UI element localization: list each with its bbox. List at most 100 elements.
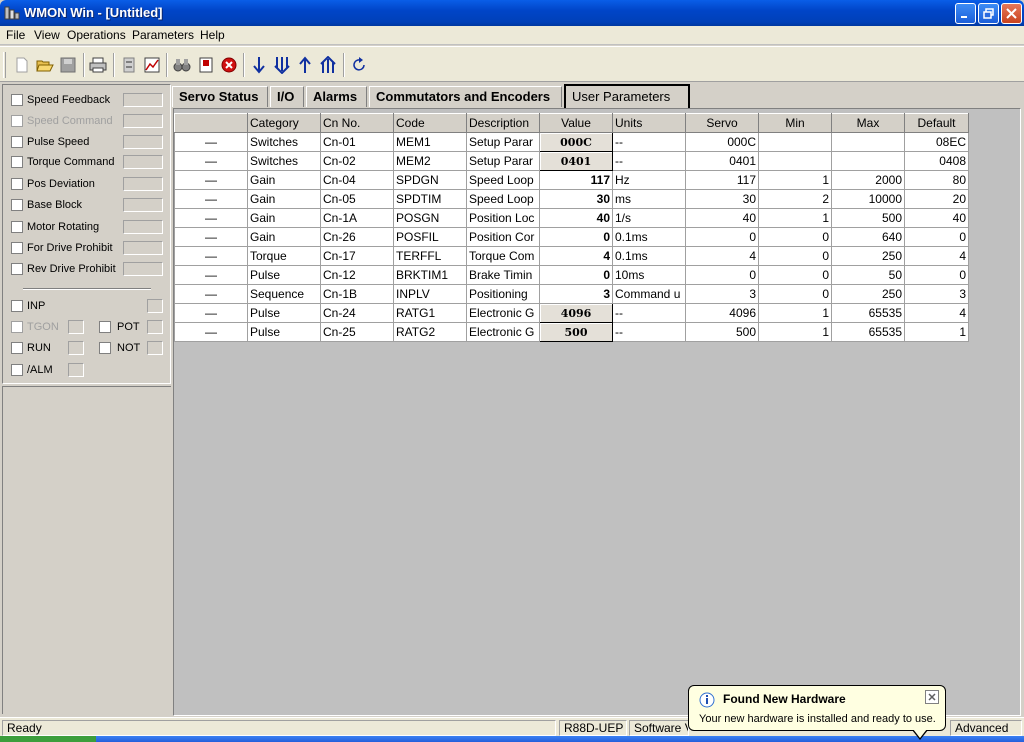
rev-drive-prohibit-value <box>123 262 163 276</box>
table-row[interactable]: — Gain Cn-05 SPDTIM Speed Loop 30 ms 30 2 10000 20 <box>174 189 969 209</box>
rev-drive-prohibit-checkbox[interactable] <box>11 263 23 275</box>
header-value[interactable]: Value <box>539 113 613 133</box>
pos-deviation-checkbox[interactable] <box>11 178 23 190</box>
new-button[interactable] <box>12 55 32 75</box>
header-description[interactable]: Description <box>466 113 540 133</box>
min-cell: 0 <box>758 284 832 304</box>
inp-checkbox[interactable] <box>11 300 23 312</box>
category-cell: Pulse <box>247 322 321 342</box>
speed-feedback-checkbox[interactable] <box>11 94 23 106</box>
base-block-checkbox[interactable] <box>11 199 23 211</box>
start-button[interactable] <box>0 736 96 742</box>
run-checkbox[interactable] <box>11 342 23 354</box>
header-code[interactable]: Code <box>393 113 467 133</box>
category-cell: Switches <box>247 151 321 171</box>
table-row[interactable]: — Gain Cn-04 SPDGN Speed Loop 117 Hz 117 1 2000 80 <box>174 170 969 190</box>
menu-parameters[interactable]: Parameters <box>132 28 194 42</box>
header-servo[interactable]: Servo <box>685 113 759 133</box>
menu-operations[interactable]: Operations <box>67 28 126 42</box>
download-all-button[interactable] <box>272 55 292 75</box>
monitor-button[interactable] <box>119 55 139 75</box>
speed-command-label: Speed Command <box>27 115 113 127</box>
torque-command-value <box>123 155 163 169</box>
value-cell[interactable]: 117 <box>539 170 613 190</box>
header-default[interactable]: Default <box>904 113 969 133</box>
balloon-close-button[interactable] <box>925 690 939 704</box>
table-row[interactable]: — Gain Cn-26 POSFIL Position Cor 0 0.1ms 0 0 640 0 <box>174 227 969 247</box>
code-cell: BRKTIM1 <box>393 265 467 285</box>
menu-file[interactable]: File <box>6 28 25 42</box>
tab-servo-status[interactable]: Servo Status <box>172 86 268 107</box>
refresh-button[interactable] <box>349 55 369 75</box>
upload-all-button[interactable] <box>318 55 338 75</box>
value-cell[interactable]: 000C <box>539 132 613 152</box>
value-cell[interactable]: 0401 <box>539 151 613 171</box>
description-cell: Speed Loop <box>466 189 540 209</box>
row-marker: — <box>174 303 248 323</box>
value-cell[interactable]: 3 <box>539 284 613 304</box>
menu-help[interactable]: Help <box>200 28 225 42</box>
servo-cell: 0 <box>685 265 759 285</box>
value-cell[interactable]: 4096 <box>539 303 613 323</box>
alm-checkbox[interactable] <box>11 364 23 376</box>
minimize-button[interactable] <box>955 3 976 24</box>
save-icon <box>60 57 76 73</box>
panel-divider <box>23 288 151 290</box>
menu-view[interactable]: View <box>34 28 60 42</box>
tab-commutators-encoders[interactable]: Commutators and Encoders <box>369 86 562 107</box>
value-cell[interactable]: 500 <box>539 322 613 342</box>
max-cell: 250 <box>831 246 905 266</box>
open-icon <box>36 60 54 72</box>
run-label: RUN <box>27 342 51 354</box>
code-cell: RATG2 <box>393 322 467 342</box>
alm-indicator <box>68 363 84 377</box>
header-units[interactable]: Units <box>612 113 686 133</box>
toolbar-grip[interactable] <box>3 52 6 78</box>
units-cell: Hz <box>612 170 686 190</box>
min-cell: 0 <box>758 227 832 247</box>
tab-io[interactable]: I/O <box>270 86 304 107</box>
pulse-speed-checkbox[interactable] <box>11 136 23 148</box>
stop-button[interactable] <box>219 55 239 75</box>
table-row[interactable]: — Switches Cn-02 MEM2 Setup Parar 0401 -- 0401 0… <box>174 151 969 171</box>
header-category[interactable]: Category <box>247 113 321 133</box>
tab-user-parameters[interactable]: User Parameters <box>564 84 690 108</box>
header-max[interactable]: Max <box>831 113 905 133</box>
header-marker[interactable] <box>174 113 248 133</box>
search-button[interactable] <box>172 55 192 75</box>
table-row[interactable]: — Sequence Cn-1B INPLV Positioning 3 Command u… <box>174 284 969 304</box>
print-button[interactable] <box>88 55 108 75</box>
upload-button[interactable] <box>295 55 315 75</box>
found-hardware-balloon[interactable]: Found New Hardware Your new hardware is … <box>688 685 946 731</box>
table-row[interactable]: — Pulse Cn-25 RATG2 Electronic G 500 -- 500 1 655… <box>174 322 969 342</box>
for-drive-prohibit-checkbox[interactable] <box>11 242 23 254</box>
trend-button[interactable] <box>142 55 162 75</box>
value-cell[interactable]: 0 <box>539 265 613 285</box>
toolbar-separator <box>343 53 345 77</box>
flag-button[interactable] <box>196 55 216 75</box>
value-cell[interactable]: 4 <box>539 246 613 266</box>
table-row[interactable]: — Pulse Cn-12 BRKTIM1 Brake Timin 0 10ms 0 0 50 0 <box>174 265 969 285</box>
close-button[interactable] <box>1001 3 1022 24</box>
motor-rotating-checkbox[interactable] <box>11 221 23 233</box>
download-button[interactable] <box>249 55 269 75</box>
value-cell[interactable]: 0 <box>539 227 613 247</box>
table-row[interactable]: — Switches Cn-01 MEM1 Setup Parar 000C -- 000C 0… <box>174 132 969 152</box>
value-cell[interactable]: 30 <box>539 189 613 209</box>
table-row[interactable]: — Pulse Cn-24 RATG1 Electronic G 4096 -- 4096 1 6… <box>174 303 969 323</box>
table-row[interactable]: — Torque Cn-17 TERFFL Torque Com 4 0.1ms 4 0 250 4 <box>174 246 969 266</box>
value-cell[interactable]: 40 <box>539 208 613 228</box>
title-bar[interactable]: WMON Win - [Untitled] <box>0 0 1024 26</box>
tgon-label: TGON <box>27 321 59 333</box>
header-cn-no[interactable]: Cn No. <box>320 113 394 133</box>
torque-command-checkbox[interactable] <box>11 156 23 168</box>
row-marker: — <box>174 132 248 152</box>
save-button[interactable] <box>58 55 78 75</box>
restore-button[interactable] <box>978 3 999 24</box>
table-row[interactable]: — Gain Cn-1A POSGN Position Loc 40 1/s 40 1 500 40 <box>174 208 969 228</box>
open-button[interactable] <box>35 55 55 75</box>
pot-checkbox[interactable] <box>99 321 111 333</box>
not-checkbox[interactable] <box>99 342 111 354</box>
header-min[interactable]: Min <box>758 113 832 133</box>
tab-alarms[interactable]: Alarms <box>306 86 367 107</box>
